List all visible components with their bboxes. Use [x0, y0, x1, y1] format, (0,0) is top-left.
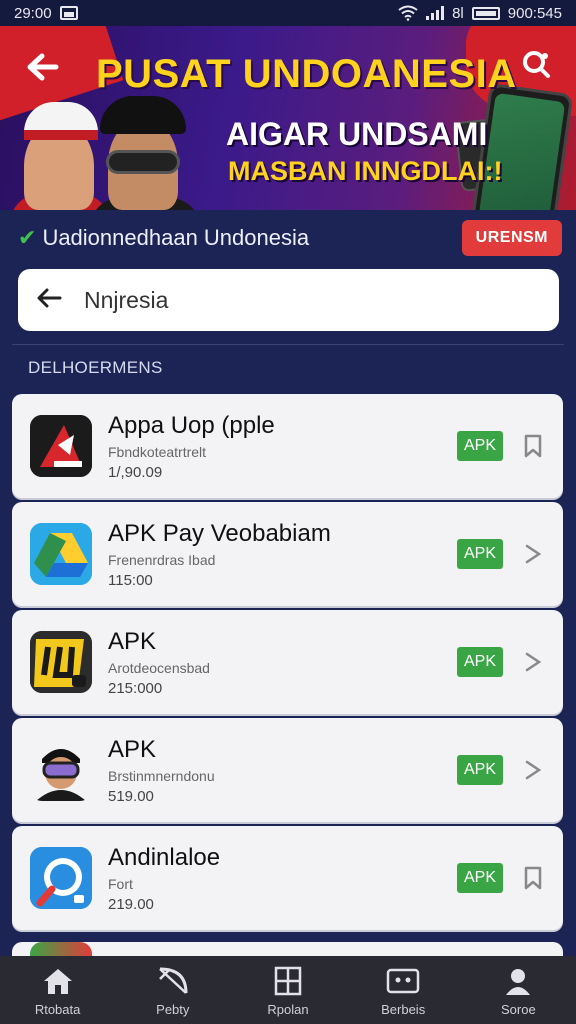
app-size: 519.00	[108, 787, 154, 805]
app-info: APK Brstinmnerndonu 519.00	[108, 736, 457, 805]
app-size: 215:000	[108, 679, 163, 697]
arrow-left-icon	[27, 53, 59, 81]
grid-icon	[270, 964, 306, 998]
partial-app-icon	[30, 942, 92, 956]
avatar-goggles-icon	[30, 739, 92, 801]
signal-icon	[426, 6, 445, 20]
list-item-partial[interactable]	[12, 942, 563, 956]
divider	[12, 344, 564, 345]
banner-title: PUSAT UNDOANESIA	[96, 52, 517, 96]
arrow-left-icon[interactable]	[36, 284, 62, 316]
chevron-right-icon[interactable]	[521, 649, 545, 675]
list-item[interactable]: APK Pay Veobabiam Frenenrdras Ibad 115:0…	[12, 502, 563, 606]
nav-label: Rpolan	[267, 1001, 309, 1017]
app-info: APK Pay Veobabiam Frenenrdras Ibad 115:0…	[108, 520, 457, 589]
list-item[interactable]: APK Arotdeocensbad 215:000 APK	[12, 610, 563, 714]
app-name: APK	[108, 627, 157, 655]
verified-row: ✔ Uadionnedhaan Undonesia URENSM	[0, 210, 576, 266]
wifi-icon	[398, 5, 418, 21]
status-bar: 29:00 8l 900:545	[0, 0, 576, 26]
phone-screen	[478, 92, 566, 210]
bow-icon	[155, 964, 191, 998]
person-icon	[500, 964, 536, 998]
yellow-game-icon	[30, 631, 92, 693]
apk-badge[interactable]: APK	[457, 647, 503, 677]
battery-icon	[471, 6, 500, 20]
verified-label: Uadionnedhaan Undonesia	[42, 225, 310, 250]
drive-triangle-icon	[30, 523, 92, 585]
app-description: Arotdeocensbad	[108, 659, 210, 676]
app-size: 115:00	[108, 571, 153, 589]
app-name: APK	[108, 735, 157, 763]
chevron-right-icon[interactable]	[521, 541, 545, 567]
apk-badge[interactable]: APK	[457, 863, 503, 893]
app-name: Andinlaloe	[108, 843, 221, 871]
nav-item-home[interactable]: Rtobata	[8, 964, 108, 1017]
app-list: Appa Uop (pple Fbndkoteatrtrelt 1/,90.09…	[12, 394, 563, 956]
home-icon	[40, 964, 76, 998]
check-icon: ✔	[18, 225, 37, 250]
search-input[interactable]	[84, 286, 504, 314]
nav-label: Rtobata	[34, 1001, 81, 1017]
list-item[interactable]: Andinlaloe Fort 219.00 APK	[12, 826, 563, 930]
app-name: Appa Uop (pple	[108, 411, 275, 439]
bookmark-icon[interactable]	[521, 865, 545, 891]
back-button[interactable]	[22, 46, 64, 88]
nav-item-soroe[interactable]: Soroe	[468, 964, 568, 1017]
nav-item-pebty[interactable]: Pebty	[123, 964, 223, 1017]
app-description: Fort	[108, 875, 133, 892]
status-time-left: 29:00	[14, 4, 52, 22]
share-icon	[523, 51, 550, 78]
blue-compass-icon	[30, 847, 92, 909]
bookmark-icon[interactable]	[521, 433, 545, 459]
chevron-right-icon[interactable]	[521, 757, 545, 783]
status-left: 29:00	[14, 5, 78, 22]
nav-label: Pebty	[156, 1001, 190, 1017]
banner-tagline: MASBAN INNGDLAI:!	[228, 156, 503, 186]
app-info: Appa Uop (pple Fbndkoteatrtrelt 1/,90.09	[108, 412, 457, 481]
nav-label: Berbeis	[381, 1001, 426, 1017]
region-button[interactable]: URENSM	[461, 220, 562, 256]
apk-badge[interactable]: APK	[457, 431, 503, 461]
share-button[interactable]	[516, 44, 556, 84]
app-info: Andinlaloe Fort 219.00	[108, 844, 457, 913]
apk-badge[interactable]: APK	[457, 755, 503, 785]
section-title: DELHOERMENS	[28, 358, 163, 377]
status-right: 8l 900:545	[398, 5, 562, 22]
nav-item-berbeis[interactable]: Berbeis	[353, 964, 453, 1017]
banner-subtitle: AIGAR UNDSAMI	[226, 116, 488, 152]
promo-banner[interactable]: PUSAT UNDOANESIA AIGAR UNDSAMI MASBAN IN…	[0, 26, 576, 210]
red-black-app-icon	[30, 415, 92, 477]
goggles	[106, 150, 180, 174]
list-item[interactable]: Appa Uop (pple Fbndkoteatrtrelt 1/,90.09…	[12, 394, 563, 498]
app-description: Frenenrdras Ibad	[108, 551, 216, 568]
media-icon	[385, 964, 421, 998]
status-time-right: 900:545	[507, 4, 562, 22]
gallery-icon	[59, 6, 78, 20]
soldier-cap	[100, 96, 186, 134]
app-description: Brstinmnerndonu	[108, 767, 215, 784]
app-size: 219.00	[108, 895, 154, 913]
app-name: APK Pay Veobabiam	[108, 519, 331, 547]
app-size: 1/,90.09	[108, 463, 163, 481]
sim-label: 8l	[452, 4, 464, 22]
app-info: APK Arotdeocensbad 215:000	[108, 628, 457, 697]
nav-label: Soroe	[500, 1001, 536, 1017]
nav-item-rpolan[interactable]: Rpolan	[238, 964, 338, 1017]
search-bar[interactable]	[18, 269, 559, 331]
apk-badge[interactable]: APK	[457, 539, 503, 569]
app-description: Fbndkoteatrtrelt	[108, 443, 207, 460]
list-item[interactable]: APK Brstinmnerndonu 519.00 APK	[12, 718, 563, 822]
bottom-nav: Rtobata Pebty Rpolan Berbeis Soroe	[0, 956, 576, 1024]
officer-cap-band	[24, 130, 98, 140]
